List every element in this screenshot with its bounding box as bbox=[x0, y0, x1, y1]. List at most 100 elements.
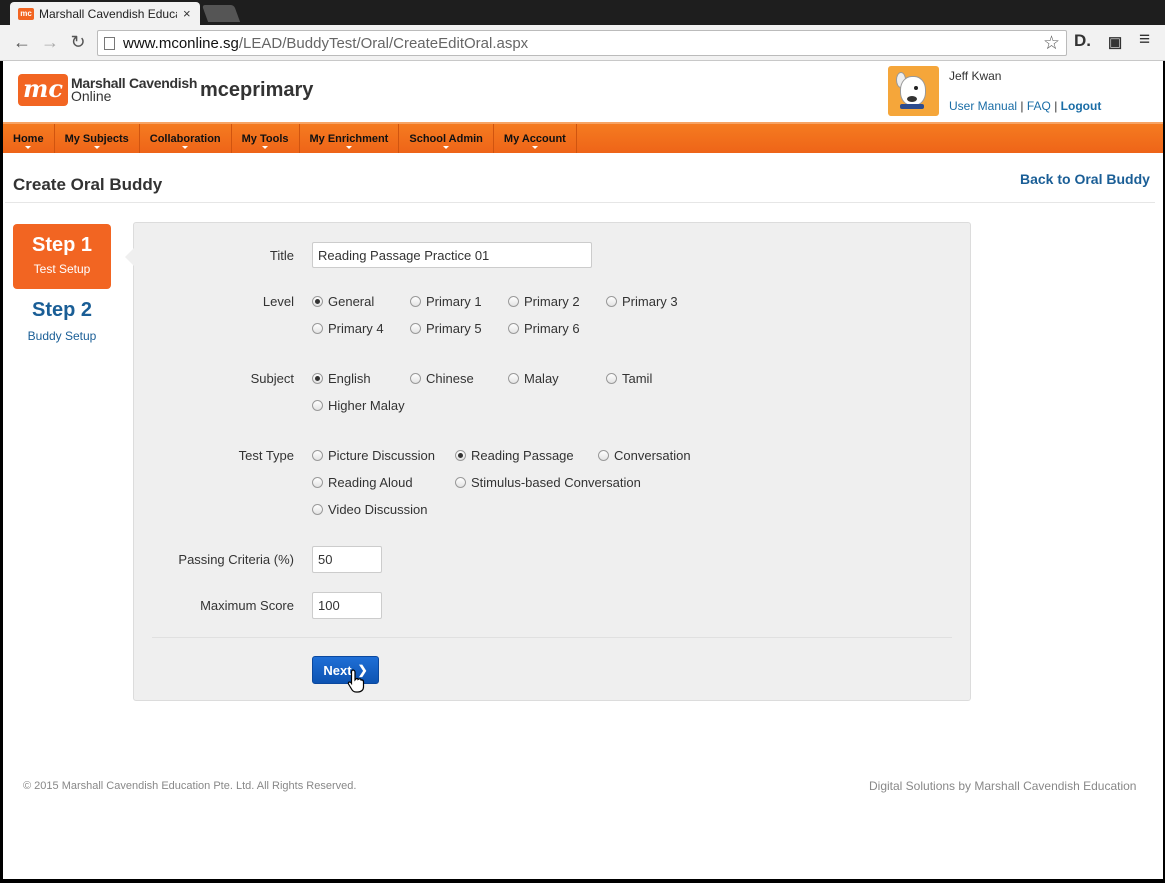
main-nav: Home My Subjects Collaboration My Tools … bbox=[3, 122, 1163, 153]
reload-icon[interactable]: ↻ bbox=[64, 29, 92, 57]
radio-label: Primary 4 bbox=[328, 321, 384, 336]
url-path: /LEAD/BuddyTest/Oral/CreateEditOral.aspx bbox=[238, 34, 529, 52]
link-separator: | bbox=[1054, 99, 1058, 113]
radio-icon bbox=[606, 373, 617, 384]
nav-my-subjects[interactable]: My Subjects bbox=[55, 124, 140, 153]
page-title: Create Oral Buddy bbox=[13, 175, 163, 194]
brand-logo[interactable]: mc Marshall Cavendish Online bbox=[18, 74, 197, 106]
site-header: mc Marshall Cavendish Online mceprimary … bbox=[3, 61, 1163, 122]
radio-icon bbox=[410, 323, 421, 334]
radio-label: Primary 3 bbox=[622, 294, 678, 309]
radio-label: Reading Aloud bbox=[328, 475, 413, 490]
radio-selected-icon bbox=[455, 450, 466, 461]
favicon-icon: mc bbox=[18, 7, 34, 20]
tab-close-icon[interactable]: × bbox=[183, 6, 191, 21]
user-links: User Manual | FAQ | Logout bbox=[949, 99, 1101, 113]
chrome-menu-icon[interactable]: ≡ bbox=[1139, 29, 1150, 51]
radio-label: Chinese bbox=[426, 371, 474, 386]
link-separator: | bbox=[1020, 99, 1024, 113]
test-type-radio-reading-aloud[interactable]: Reading Aloud bbox=[312, 475, 413, 490]
passing-criteria-input[interactable] bbox=[312, 546, 382, 573]
maximum-score-input[interactable] bbox=[312, 592, 382, 619]
footer-credit: Digital Solutions by Marshall Cavendish … bbox=[869, 779, 1137, 793]
avatar-nose bbox=[907, 96, 917, 102]
logout-link[interactable]: Logout bbox=[1061, 99, 1102, 113]
tab-strip: mc Marshall Cavendish Educa × bbox=[0, 0, 1165, 25]
radio-label: Conversation bbox=[614, 448, 691, 463]
radio-icon bbox=[508, 323, 519, 334]
radio-icon bbox=[410, 296, 421, 307]
bookmark-star-icon[interactable]: ☆ bbox=[1043, 32, 1060, 55]
url-host: www.mconline.sg bbox=[123, 34, 239, 52]
extension-d-icon[interactable]: D. bbox=[1074, 31, 1091, 51]
user-name: Jeff Kwan bbox=[949, 69, 1002, 83]
radio-label: Tamil bbox=[622, 371, 653, 386]
back-icon[interactable]: ← bbox=[8, 29, 36, 57]
back-to-oral-buddy-link[interactable]: Back to Oral Buddy bbox=[1020, 171, 1150, 187]
address-bar[interactable]: www.mconline.sg/LEAD/BuddyTest/Oral/Crea… bbox=[97, 30, 1067, 56]
hand-pointer-cursor-icon bbox=[347, 669, 365, 693]
test-setup-form: Title Level General Primary 1 Primary 2 … bbox=[125, 222, 971, 701]
title-label: Title bbox=[269, 248, 294, 263]
test-type-radio-reading-passage[interactable]: Reading Passage bbox=[455, 448, 574, 463]
subject-radio-english[interactable]: English bbox=[312, 371, 371, 386]
test-type-radio-conversation[interactable]: Conversation bbox=[598, 448, 691, 463]
level-radio-primary-1[interactable]: Primary 1 bbox=[410, 294, 482, 309]
level-radio-general[interactable]: General bbox=[312, 294, 374, 309]
radio-icon bbox=[312, 400, 323, 411]
test-type-label: Test Type bbox=[238, 448, 294, 463]
level-radio-primary-3[interactable]: Primary 3 bbox=[606, 294, 678, 309]
level-radio-primary-4[interactable]: Primary 4 bbox=[312, 321, 384, 336]
subject-label: Subject bbox=[250, 371, 294, 386]
test-type-radio-video-discussion[interactable]: Video Discussion bbox=[312, 502, 427, 517]
radio-label: English bbox=[328, 371, 371, 386]
step-2-label: Buddy Setup bbox=[27, 329, 97, 343]
nav-home[interactable]: Home bbox=[3, 124, 55, 153]
forward-icon[interactable]: → bbox=[36, 29, 64, 57]
nav-collaboration[interactable]: Collaboration bbox=[140, 124, 232, 153]
radio-label: General bbox=[328, 294, 375, 309]
browser-toolbar: ← → ↻ www.mconline.sg/LEAD/BuddyTest/Ora… bbox=[0, 25, 1165, 61]
level-radio-primary-2[interactable]: Primary 2 bbox=[508, 294, 580, 309]
web-page: mc Marshall Cavendish Online mceprimary … bbox=[3, 61, 1163, 879]
avatar-eye bbox=[914, 86, 918, 90]
divider bbox=[152, 637, 952, 638]
radio-label: Primary 1 bbox=[426, 294, 482, 309]
test-type-radio-picture-discussion[interactable]: Picture Discussion bbox=[312, 448, 435, 463]
radio-icon bbox=[606, 296, 617, 307]
faq-link[interactable]: FAQ bbox=[1027, 99, 1051, 113]
new-tab-button[interactable] bbox=[201, 5, 241, 22]
user-manual-link[interactable]: User Manual bbox=[949, 99, 1017, 113]
level-label: Level bbox=[262, 294, 294, 309]
radio-icon bbox=[508, 373, 519, 384]
browser-tab[interactable]: mc Marshall Cavendish Educa × bbox=[10, 2, 200, 25]
tab-title: Marshall Cavendish Educa bbox=[39, 6, 177, 21]
subject-radio-malay[interactable]: Malay bbox=[508, 371, 559, 386]
subject-radio-higher-malay[interactable]: Higher Malay bbox=[312, 398, 405, 413]
nav-my-enrichment[interactable]: My Enrichment bbox=[300, 124, 400, 153]
radio-icon bbox=[312, 504, 323, 515]
nav-school-admin[interactable]: School Admin bbox=[399, 124, 494, 153]
avatar[interactable] bbox=[888, 66, 939, 116]
radio-label: Primary 5 bbox=[426, 321, 482, 336]
nav-my-tools[interactable]: My Tools bbox=[232, 124, 300, 153]
radio-icon bbox=[508, 296, 519, 307]
radio-label: Stimulus-based Conversation bbox=[471, 475, 641, 490]
step-1-tab[interactable]: Step 1 Test Setup bbox=[13, 224, 111, 289]
extension-plug-icon[interactable]: ▣ bbox=[1108, 33, 1122, 51]
step-2-tab[interactable]: Step 2 Buddy Setup bbox=[13, 299, 111, 343]
level-radio-primary-5[interactable]: Primary 5 bbox=[410, 321, 482, 336]
level-radio-primary-6[interactable]: Primary 6 bbox=[508, 321, 580, 336]
radio-selected-icon bbox=[312, 296, 323, 307]
radio-label: Video Discussion bbox=[328, 502, 428, 517]
logo-text: Marshall Cavendish Online bbox=[71, 76, 197, 103]
next-button[interactable]: Next ❯ bbox=[312, 656, 379, 684]
title-input[interactable] bbox=[312, 242, 592, 268]
maximum-score-label: Maximum Score bbox=[200, 598, 294, 613]
radio-icon bbox=[455, 477, 466, 488]
test-type-radio-stimulus-based-conversation[interactable]: Stimulus-based Conversation bbox=[455, 475, 641, 490]
subject-radio-chinese[interactable]: Chinese bbox=[410, 371, 474, 386]
radio-label: Picture Discussion bbox=[328, 448, 435, 463]
nav-my-account[interactable]: My Account bbox=[494, 124, 577, 153]
subject-radio-tamil[interactable]: Tamil bbox=[606, 371, 652, 386]
